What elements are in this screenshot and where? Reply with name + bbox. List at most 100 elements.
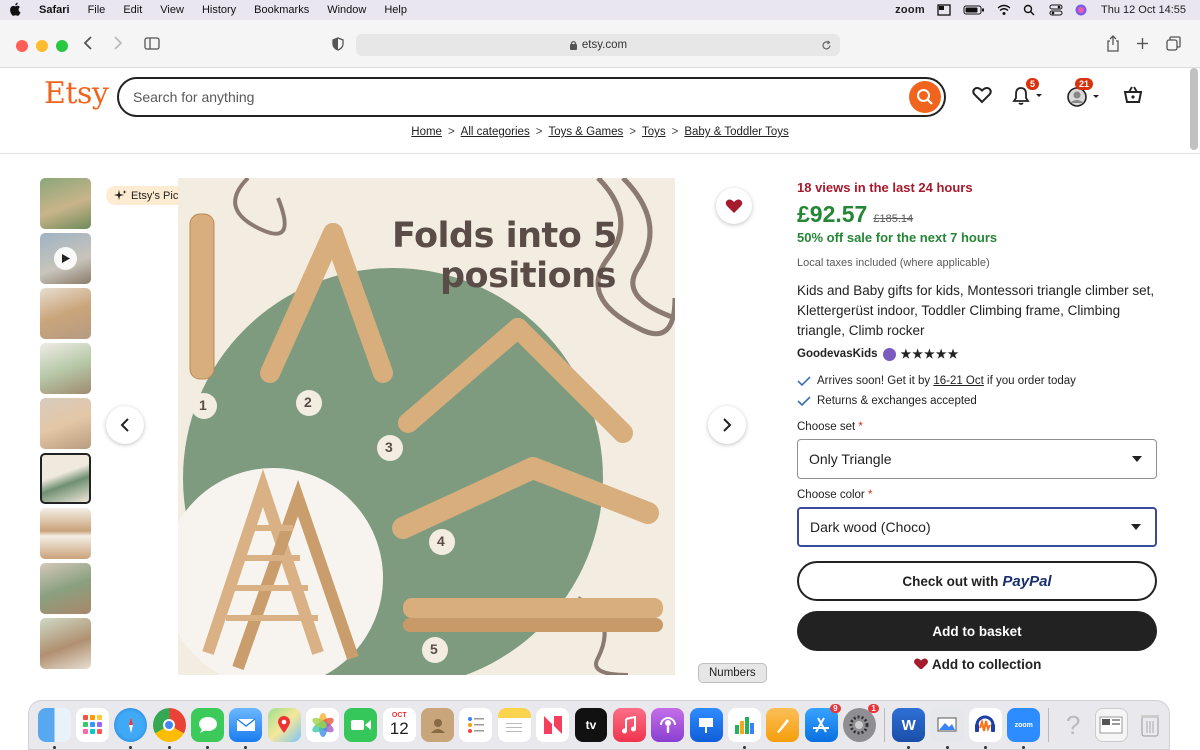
help-icon[interactable]: ? xyxy=(1057,708,1090,742)
basket-icon[interactable] xyxy=(1123,86,1143,109)
heart-filled-icon xyxy=(913,658,928,669)
thumbnail-selected[interactable] xyxy=(40,453,91,504)
system-settings-icon[interactable]: 1 xyxy=(842,704,879,742)
address-bar[interactable]: etsy.com xyxy=(356,34,840,56)
zoom-status-item[interactable]: zoom xyxy=(895,4,925,16)
delivery-date-link[interactable]: 16-21 Oct xyxy=(933,375,984,387)
keynote-icon[interactable] xyxy=(689,708,723,742)
thumbnail[interactable] xyxy=(40,288,91,339)
zoom-app-icon[interactable]: zoom xyxy=(1007,708,1041,749)
breadcrumb-home[interactable]: Home xyxy=(411,126,442,138)
thumbnail[interactable] xyxy=(40,178,91,229)
add-to-collection-button[interactable]: Add to collection xyxy=(797,657,1157,669)
menu-file[interactable]: File xyxy=(79,4,115,16)
pages-icon[interactable] xyxy=(766,708,800,742)
menu-app-name[interactable]: Safari xyxy=(30,4,79,16)
breadcrumb-toys[interactable]: Toys xyxy=(642,126,666,138)
finder-icon[interactable] xyxy=(37,708,71,749)
views-count: 18 views in the last 24 hours xyxy=(797,180,973,195)
menu-bar: Safari File Edit View History Bookmarks … xyxy=(0,0,1200,20)
podcasts-icon[interactable] xyxy=(651,708,685,742)
share-icon[interactable] xyxy=(1106,35,1120,57)
favorites-icon[interactable] xyxy=(972,86,992,109)
menu-history[interactable]: History xyxy=(193,4,245,16)
required-marker: * xyxy=(867,489,873,501)
menu-view[interactable]: View xyxy=(151,4,193,16)
contacts-icon[interactable] xyxy=(421,708,455,742)
facetime-icon[interactable] xyxy=(344,708,378,742)
safari-icon[interactable] xyxy=(114,708,148,749)
battery-icon[interactable] xyxy=(963,4,985,16)
next-image-button[interactable] xyxy=(708,406,746,444)
menu-bookmarks[interactable]: Bookmarks xyxy=(245,4,318,16)
news-icon[interactable] xyxy=(536,708,570,742)
page-scrollbar[interactable] xyxy=(1190,68,1198,150)
menu-help[interactable]: Help xyxy=(375,4,416,16)
search-button[interactable] xyxy=(909,81,941,113)
numbers-icon[interactable] xyxy=(727,708,761,749)
settings-badge: 1 xyxy=(868,704,879,713)
calendar-icon[interactable]: OCT 12 xyxy=(382,708,416,742)
favorite-button[interactable] xyxy=(716,188,752,224)
zoom-window-button[interactable] xyxy=(56,40,68,52)
breadcrumb-all-categories[interactable]: All categories xyxy=(461,126,530,138)
thumbnail[interactable] xyxy=(40,398,91,449)
music-icon[interactable] xyxy=(612,708,646,742)
spotlight-search-icon[interactable] xyxy=(1023,4,1037,16)
account-avatar[interactable] xyxy=(1066,86,1102,113)
apple-tv-icon[interactable]: tv xyxy=(574,708,608,742)
menu-window[interactable]: Window xyxy=(318,4,375,16)
downloads-stack-icon[interactable] xyxy=(1094,708,1128,742)
search-input[interactable] xyxy=(133,89,893,105)
app-store-icon[interactable]: 9 xyxy=(804,704,841,742)
siri-icon[interactable] xyxy=(1075,4,1089,16)
chrome-icon[interactable] xyxy=(152,708,186,749)
add-to-basket-button[interactable]: Add to basket xyxy=(797,611,1157,651)
tab-overview-icon[interactable] xyxy=(1166,36,1181,56)
back-button[interactable] xyxy=(82,34,94,57)
reminders-icon[interactable] xyxy=(459,708,493,742)
thumbnail[interactable] xyxy=(40,563,91,614)
clock-datetime[interactable]: Thu 12 Oct 14:55 xyxy=(1101,4,1186,16)
audacity-icon[interactable] xyxy=(968,708,1002,749)
preview-icon[interactable] xyxy=(930,708,964,749)
sidebar-icon[interactable] xyxy=(144,37,160,55)
previous-image-button[interactable] xyxy=(106,406,144,444)
set-select[interactable]: Only Triangle xyxy=(797,439,1157,479)
paypal-checkout-button[interactable]: Check out with PayPal xyxy=(797,561,1157,601)
shop-name[interactable]: GoodevasKids xyxy=(797,348,878,360)
forward-button[interactable] xyxy=(112,34,124,57)
breadcrumb-toys-games[interactable]: Toys & Games xyxy=(548,126,623,138)
thumbnail-strip xyxy=(40,178,91,673)
video-thumbnail[interactable] xyxy=(40,233,91,284)
thumbnail[interactable] xyxy=(40,343,91,394)
mail-icon[interactable] xyxy=(229,708,263,749)
etsy-logo[interactable]: Etsy xyxy=(44,76,109,111)
thumbnail[interactable] xyxy=(40,618,91,669)
menu-edit[interactable]: Edit xyxy=(114,4,151,16)
trash-icon[interactable] xyxy=(1133,708,1166,742)
rating-stars[interactable]: ★★★★★ xyxy=(901,347,960,361)
perk-returns-text[interactable]: Returns & exchanges accepted xyxy=(817,395,977,407)
word-icon[interactable]: W xyxy=(892,708,926,749)
close-window-button[interactable] xyxy=(16,40,28,52)
photos-icon[interactable] xyxy=(306,708,340,742)
maps-icon[interactable] xyxy=(267,708,301,742)
control-center-icon[interactable] xyxy=(1049,4,1063,16)
notes-icon[interactable] xyxy=(497,708,531,742)
main-product-image[interactable]: Folds into 5 positions 1 2 3 4 5 xyxy=(178,178,675,675)
wifi-icon[interactable] xyxy=(997,4,1011,16)
thumbnail[interactable] xyxy=(40,508,91,559)
minimize-window-button[interactable] xyxy=(36,40,48,52)
breadcrumb-baby-toddler-toys[interactable]: Baby & Toddler Toys xyxy=(684,126,788,138)
apple-menu-icon[interactable] xyxy=(0,2,30,19)
privacy-shield-icon[interactable] xyxy=(332,37,344,56)
color-select[interactable]: Dark wood (Choco) xyxy=(797,507,1157,547)
perk-returns: Returns & exchanges accepted xyxy=(797,395,1157,407)
notifications-icon[interactable] xyxy=(1012,86,1044,111)
launchpad-icon[interactable] xyxy=(76,708,109,742)
new-tab-icon[interactable] xyxy=(1136,37,1149,55)
messages-icon[interactable] xyxy=(191,708,225,749)
window-tiling-icon[interactable] xyxy=(937,4,951,16)
reload-icon[interactable] xyxy=(821,40,832,51)
